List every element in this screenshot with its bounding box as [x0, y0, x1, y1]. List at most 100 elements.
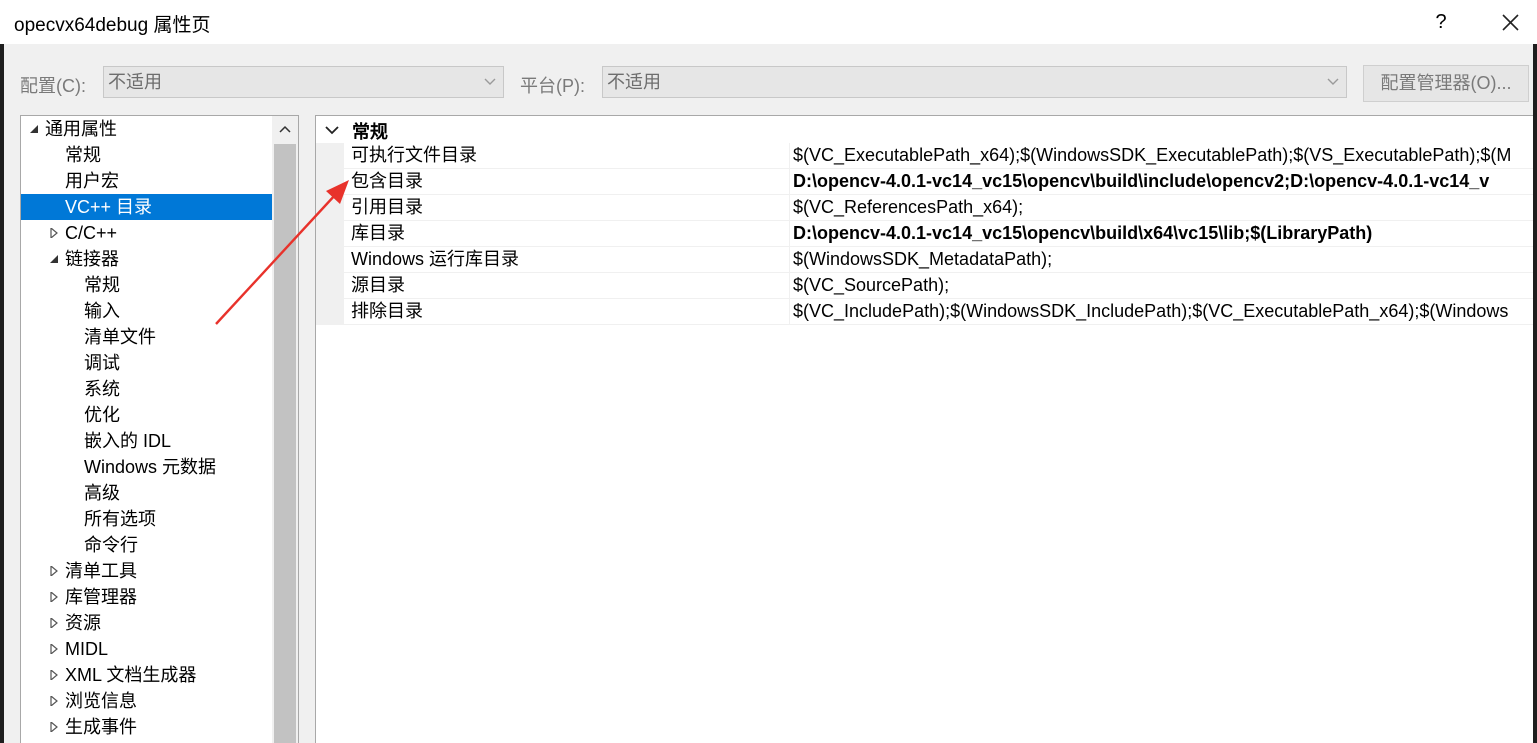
window-edge-left — [0, 44, 4, 743]
column-divider[interactable] — [789, 143, 790, 168]
tree-item-label: 浏览信息 — [65, 691, 137, 711]
property-value[interactable]: $(WindowsSDK_MetadataPath); — [793, 247, 1052, 272]
tree-item[interactable]: 嵌入的 IDL — [21, 428, 272, 454]
tree-item-label: 通用属性 — [45, 119, 117, 139]
tree-item[interactable]: 优化 — [21, 402, 272, 428]
category-header[interactable]: 常规 — [316, 116, 1533, 143]
close-button[interactable] — [1494, 6, 1526, 38]
tree-item-label: 优化 — [84, 405, 120, 425]
tree-item[interactable]: 所有选项 — [21, 506, 272, 532]
tree-item-label: 清单工具 — [65, 561, 137, 581]
close-icon — [1502, 14, 1519, 31]
column-divider[interactable] — [789, 299, 790, 324]
tree-item[interactable]: C/C++ — [21, 220, 272, 246]
property-grid: 常规 可执行文件目录 $(VC_ExecutablePath_x64);$(Win… — [315, 115, 1533, 743]
help-button[interactable]: ? — [1426, 6, 1456, 38]
property-value[interactable]: D:\opencv-4.0.1-vc14_vc15\opencv\build\i… — [793, 169, 1489, 194]
tree-item[interactable]: 链接器 — [21, 246, 272, 272]
property-value[interactable]: $(VC_ReferencesPath_x64); — [793, 195, 1023, 220]
column-divider[interactable] — [789, 247, 790, 272]
property-value[interactable]: $(VC_SourcePath); — [793, 273, 949, 298]
property-row[interactable]: 源目录 $(VC_SourcePath); — [316, 273, 1533, 299]
property-name: 源目录 — [351, 275, 405, 295]
property-value[interactable]: D:\opencv-4.0.1-vc14_vc15\opencv\build\x… — [793, 221, 1372, 246]
tree-item[interactable]: 清单工具 — [21, 558, 272, 584]
property-name: 包含目录 — [351, 171, 423, 191]
tree-item-label: 清单文件 — [84, 327, 156, 347]
expanded-triangle-icon[interactable] — [27, 116, 41, 142]
row-gutter — [316, 247, 344, 272]
tree-item[interactable]: 浏览信息 — [21, 688, 272, 714]
tree-item[interactable]: 高级 — [21, 480, 272, 506]
tree-item[interactable]: VC++ 目录 — [21, 194, 272, 220]
tree-item-label: MIDL — [65, 639, 109, 659]
tree-item-label: 嵌入的 IDL — [84, 431, 172, 451]
tree-item-label: 命令行 — [84, 535, 138, 555]
platform-combobox[interactable]: 不适用 — [602, 66, 1347, 98]
collapsed-triangle-icon[interactable] — [47, 714, 61, 740]
property-row[interactable]: 库目录 D:\opencv-4.0.1-vc14_vc15\opencv\buil… — [316, 221, 1533, 247]
tree-item[interactable]: XML 文档生成器 — [21, 662, 272, 688]
tree-item[interactable]: MIDL — [21, 636, 272, 662]
property-tree: 通用属性 常规 用户宏 VC++ 目录 C/C++ 链接器 常规 输入 清单文件 调试 系统 优化 嵌入… — [20, 115, 299, 743]
tree-item[interactable]: 常规 — [21, 272, 272, 298]
tree-item[interactable]: 用户宏 — [21, 168, 272, 194]
tree-item-label: 资源 — [65, 613, 101, 633]
tree-item-label: VC++ 目录 — [65, 197, 153, 217]
tree-item-label: 系统 — [84, 379, 120, 399]
config-manager-button[interactable]: 配置管理器(O)... — [1363, 65, 1529, 102]
tree-item[interactable]: 常规 — [21, 142, 272, 168]
tree-item-label: C/C++ — [65, 223, 118, 243]
collapsed-triangle-icon[interactable] — [47, 636, 61, 662]
column-divider[interactable] — [789, 273, 790, 298]
expanded-triangle-icon[interactable] — [47, 246, 61, 272]
tree-item[interactable]: 库管理器 — [21, 584, 272, 610]
tree-scrollbar[interactable] — [272, 116, 298, 743]
row-gutter — [316, 143, 344, 168]
tree-item[interactable]: Windows 元数据 — [21, 454, 272, 480]
property-row[interactable]: 排除目录 $(VC_IncludePath);$(WindowsSDK_Inclu… — [316, 299, 1533, 325]
row-gutter — [316, 273, 344, 298]
tree-item[interactable]: 系统 — [21, 376, 272, 402]
tree-item-label: 常规 — [84, 275, 120, 295]
tree-item-label: 所有选项 — [84, 509, 156, 529]
category-label: 常规 — [352, 122, 388, 142]
collapsed-triangle-icon[interactable] — [47, 584, 61, 610]
property-row[interactable]: 引用目录 $(VC_ReferencesPath_x64); — [316, 195, 1533, 221]
collapsed-triangle-icon[interactable] — [47, 558, 61, 584]
chevron-down-icon[interactable] — [324, 122, 340, 138]
tree-item[interactable]: 输入 — [21, 298, 272, 324]
property-row[interactable]: 包含目录 D:\opencv-4.0.1-vc14_vc15\opencv\bui… — [316, 169, 1533, 195]
collapsed-triangle-icon[interactable] — [47, 662, 61, 688]
property-value[interactable]: $(VC_IncludePath);$(WindowsSDK_IncludePa… — [793, 299, 1508, 324]
tree-item[interactable]: 命令行 — [21, 532, 272, 558]
tree-item-label: 生成事件 — [65, 717, 137, 737]
tree-item[interactable]: 生成事件 — [21, 714, 272, 740]
scrollbar-thumb[interactable] — [274, 144, 296, 743]
config-value: 不适用 — [108, 72, 162, 92]
collapsed-triangle-icon[interactable] — [47, 688, 61, 714]
tree-item-label: 链接器 — [65, 249, 119, 269]
tree-item-label: 常规 — [65, 145, 101, 165]
property-row[interactable]: 可执行文件目录 $(VC_ExecutablePath_x64);$(Window… — [316, 143, 1533, 169]
tree-item[interactable]: 通用属性 — [21, 116, 272, 142]
property-value[interactable]: $(VC_ExecutablePath_x64);$(WindowsSDK_Ex… — [793, 143, 1511, 168]
property-name: 引用目录 — [351, 197, 423, 217]
column-divider[interactable] — [789, 169, 790, 194]
tree-item[interactable]: 清单文件 — [21, 324, 272, 350]
window-title: opecvx64debug 属性页 — [14, 15, 211, 36]
collapsed-triangle-icon[interactable] — [47, 220, 61, 246]
tree-item-label: 高级 — [84, 483, 120, 503]
property-name: 可执行文件目录 — [351, 145, 477, 165]
chevron-down-icon — [1327, 78, 1339, 85]
scroll-up-button[interactable] — [272, 116, 298, 142]
config-combobox[interactable]: 不适用 — [103, 66, 504, 98]
tree-item-label: 用户宏 — [65, 171, 119, 191]
property-row[interactable]: Windows 运行库目录 $(WindowsSDK_MetadataPath); — [316, 247, 1533, 273]
window-edge-right — [1533, 44, 1537, 743]
tree-item[interactable]: 调试 — [21, 350, 272, 376]
tree-item[interactable]: 资源 — [21, 610, 272, 636]
collapsed-triangle-icon[interactable] — [47, 610, 61, 636]
column-divider[interactable] — [789, 195, 790, 220]
column-divider[interactable] — [789, 221, 790, 246]
